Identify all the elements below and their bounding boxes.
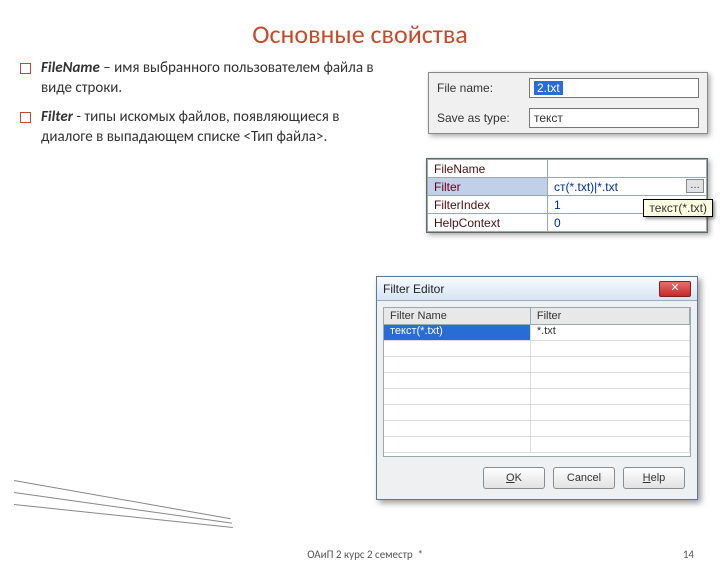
footer-text: ОАиП 2 курс 2 семестр (307, 548, 412, 561)
close-button[interactable]: ✕ (659, 281, 691, 297)
help-button[interactable]: Help (623, 467, 685, 489)
object-inspector-fragment: FileName Filter ст(*.txt)|*.txt … Filter… (426, 158, 708, 233)
table-row[interactable]: Filter ст(*.txt)|*.txt … (428, 178, 707, 196)
term-filter: Filter (41, 108, 73, 126)
page-number: 14 (683, 548, 694, 561)
savetype-label: Save as type: (437, 111, 529, 125)
col-header-filter: Filter (531, 308, 690, 324)
table-row[interactable]: FileName (428, 160, 707, 178)
slide-title: Основные свойства (0, 18, 720, 50)
prop-name: HelpContext (428, 214, 548, 232)
prop-name: Filter (428, 178, 548, 196)
prop-name: FileName (428, 160, 548, 178)
bullet-filter: Filter - типы искомых файлов, появляющие… (20, 107, 380, 148)
filename-label: File name: (437, 81, 529, 95)
prop-value[interactable] (548, 160, 707, 178)
term-filename: FileName (41, 59, 100, 77)
filename-input[interactable]: 2.txt (529, 78, 699, 98)
window-title: Filter Editor (383, 282, 444, 296)
ok-button[interactable]: OK (483, 467, 545, 489)
save-dialog-fragment: File name: 2.txt Save as type: текст (428, 72, 708, 134)
cancel-button[interactable]: Cancel (553, 467, 615, 489)
bullet-list: FileName – имя выбранного пользователем … (20, 58, 380, 147)
filter-editor-window: Filter Editor ✕ Filter Name Filter текст… (376, 276, 698, 500)
prop-value[interactable]: ст(*.txt)|*.txt … (548, 178, 707, 196)
grid-cell-name[interactable]: текст(*.txt) (384, 325, 531, 340)
decorative-lines (14, 476, 234, 522)
footer-star: * (418, 548, 423, 561)
grid-cell-filter[interactable]: *.txt (531, 325, 690, 340)
filename-value: 2.txt (534, 81, 563, 95)
savetype-combobox[interactable]: текст (529, 108, 699, 128)
bullet-filename: FileName – имя выбранного пользователем … (20, 58, 380, 99)
savetype-value: текст (534, 111, 563, 125)
desc-filter: - типы искомых файлов, появляющиеся в ди… (41, 108, 339, 146)
prop-name: FilterIndex (428, 196, 548, 214)
filter-grid[interactable]: Filter Name Filter текст(*.txt) *.txt (383, 307, 691, 457)
col-header-name: Filter Name (384, 308, 531, 324)
tooltip: текст(*.txt) (643, 199, 713, 217)
ellipsis-button[interactable]: … (686, 179, 704, 193)
